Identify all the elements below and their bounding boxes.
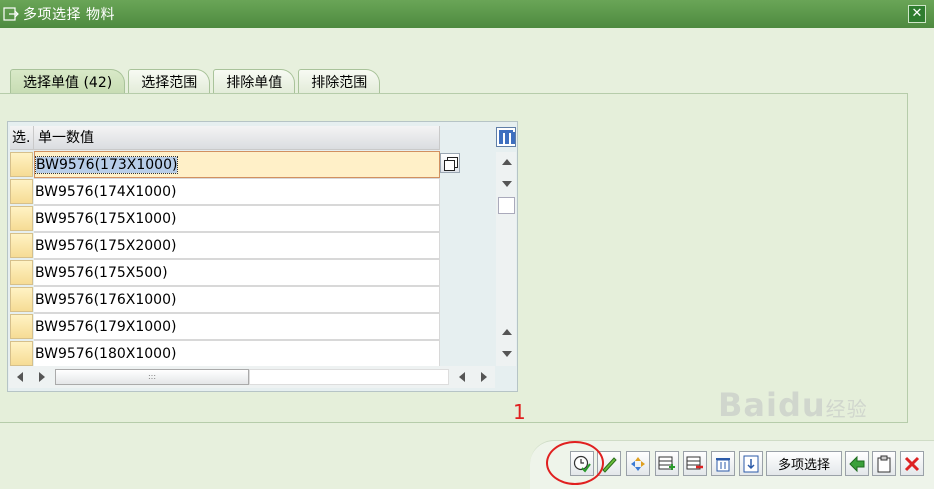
column-header-select[interactable]: 选. [10, 126, 34, 150]
row-selector[interactable] [10, 287, 33, 312]
diamond-arrows-icon [631, 456, 645, 471]
table-row: BW9576(175X2000) [10, 232, 440, 259]
scroll-right-end-icon[interactable] [481, 372, 487, 382]
scroll-left-icon[interactable] [17, 372, 23, 382]
table-row: BW9576(176X1000) [10, 286, 440, 313]
value-input[interactable]: BW9576(175X1000) [34, 205, 440, 232]
scroll-thumb-horizontal[interactable]: ::: [55, 369, 249, 385]
clipboard-icon [877, 455, 891, 472]
row-selector[interactable] [10, 341, 33, 366]
text-import-icon [743, 455, 759, 472]
title-bar: 多项选择 物料 ✕ [0, 0, 934, 28]
delete-row-icon [686, 456, 703, 469]
cancel-button[interactable] [900, 451, 924, 476]
options-button[interactable] [626, 451, 650, 476]
scroll-left-end-icon[interactable] [459, 372, 465, 382]
column-header-value[interactable]: 单一数值 [34, 126, 440, 150]
insert-row-icon [658, 456, 675, 470]
value-input[interactable]: BW9576(175X2000) [34, 232, 440, 259]
multi-select-button[interactable]: 多项选择 [766, 451, 842, 476]
scroll-track [249, 369, 449, 385]
row-selector[interactable] [10, 206, 33, 231]
table-row: BW9576(174X1000) [10, 178, 440, 205]
table-row: BW9576(180X1000) [10, 340, 440, 367]
table-row: BW9576(175X500) [10, 259, 440, 286]
tab-exclude-ranges[interactable]: 排除范围 [298, 69, 381, 93]
paste-button[interactable] [845, 451, 869, 476]
table-row: BW9576(175X1000) [10, 205, 440, 232]
scroll-page-up-icon[interactable] [502, 329, 512, 335]
value-input[interactable]: BW9576(180X1000) [34, 340, 440, 367]
scroll-thumb[interactable] [498, 197, 515, 214]
value-input[interactable]: BW9576(179X1000) [34, 313, 440, 340]
tab-select-single-values[interactable]: 选择单值 (42) [10, 69, 126, 94]
scroll-up-icon[interactable] [502, 159, 512, 165]
window-icon [3, 7, 19, 21]
clipboard-button[interactable] [872, 451, 896, 476]
scroll-right-icon[interactable] [39, 372, 45, 382]
vertical-scrollbar[interactable] [496, 152, 516, 366]
close-icon[interactable]: ✕ [908, 5, 926, 23]
annotation-number: 1 [513, 400, 526, 424]
row-selector[interactable] [10, 233, 33, 258]
row-selector[interactable] [10, 179, 33, 204]
horizontal-scrollbar[interactable]: ::: [9, 366, 495, 388]
tab-exclude-single-values[interactable]: 排除单值 [213, 69, 296, 93]
tab-select-ranges[interactable]: 选择范围 [128, 69, 211, 93]
green-arrow-icon [849, 455, 865, 472]
table-row: BW9576(179X1000) [10, 313, 440, 340]
baidu-watermark: Baidu经验 [718, 386, 868, 424]
window-title: 多项选择 物料 [23, 7, 115, 23]
value-input[interactable]: BW9576(175X500) [34, 259, 440, 286]
delete-all-button[interactable] [711, 451, 735, 476]
table-row: BW9576(173X1000) [10, 151, 440, 178]
annotation-circle [546, 441, 604, 485]
scroll-down-icon[interactable] [502, 181, 512, 187]
tab-strip: 选择单值 (42) 选择范围 排除单值 排除范围 [10, 69, 383, 94]
row-selector[interactable] [10, 314, 33, 339]
value-input[interactable]: BW9576(173X1000) [34, 151, 440, 178]
import-button[interactable] [739, 451, 763, 476]
value-input[interactable]: BW9576(174X1000) [34, 178, 440, 205]
table-settings-icon[interactable] [496, 127, 516, 147]
value-input[interactable]: BW9576(176X1000) [34, 286, 440, 313]
red-x-icon [904, 456, 920, 471]
scroll-page-down-icon[interactable] [502, 351, 512, 357]
trash-icon [716, 457, 730, 471]
delete-row-button[interactable] [683, 451, 707, 476]
copy-icon[interactable] [440, 153, 460, 173]
row-selector[interactable] [10, 260, 33, 285]
insert-row-button[interactable] [655, 451, 679, 476]
row-selector[interactable] [10, 152, 33, 177]
